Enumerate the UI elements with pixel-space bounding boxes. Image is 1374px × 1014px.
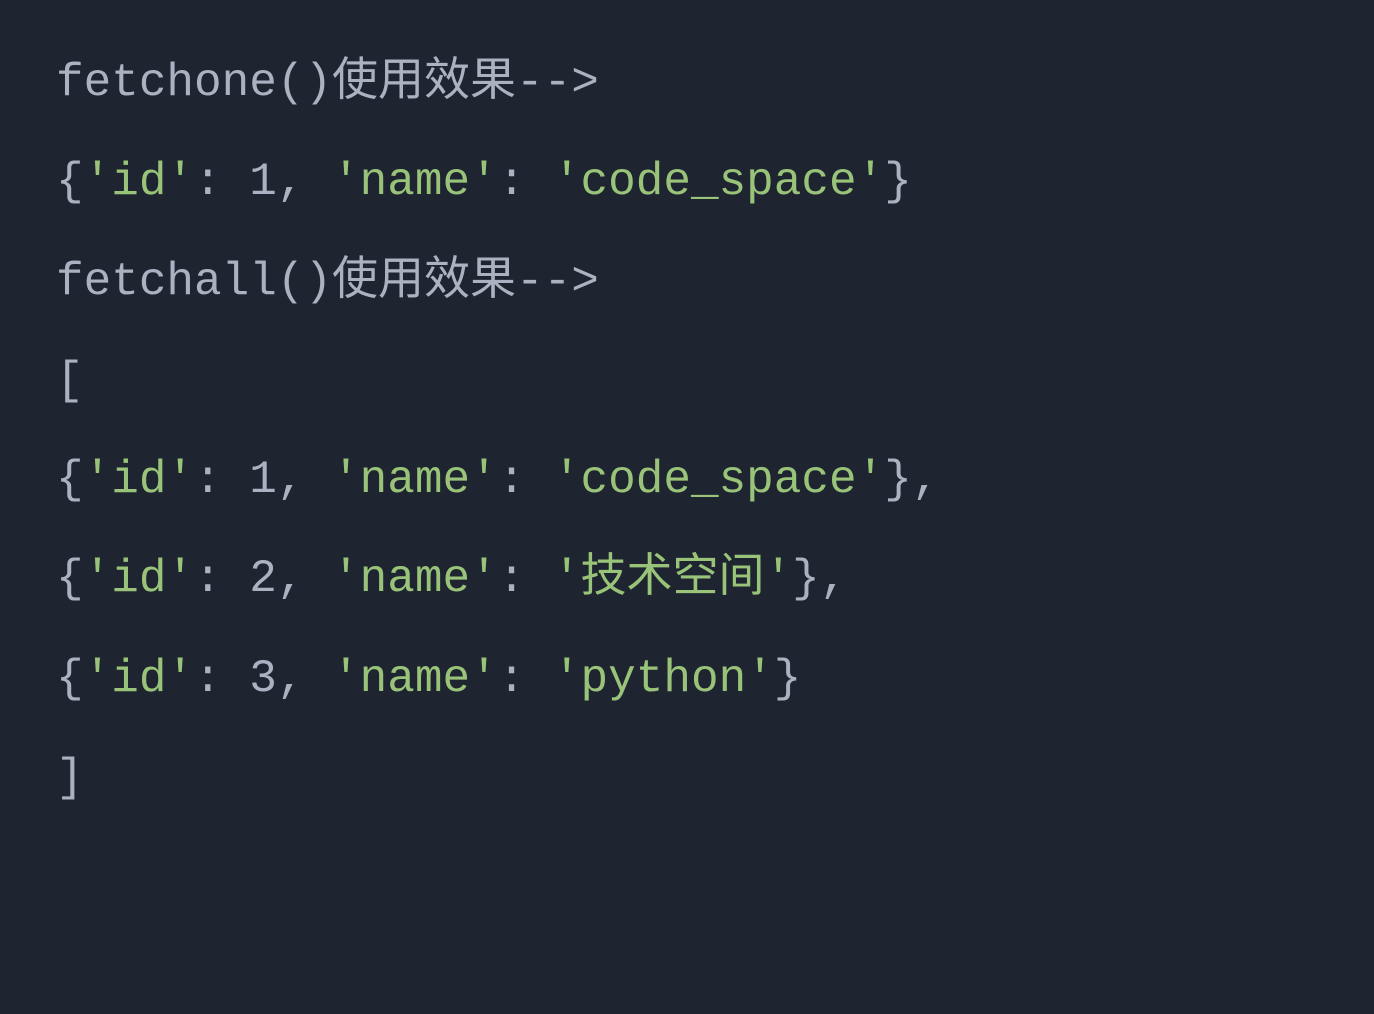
colon: : bbox=[194, 553, 249, 605]
colon: : bbox=[498, 156, 553, 208]
dict-key: 'id' bbox=[84, 156, 194, 208]
comma: , bbox=[277, 553, 332, 605]
open-brace: { bbox=[56, 454, 84, 506]
output-line-8: ] bbox=[56, 743, 1318, 814]
dict-key: 'name' bbox=[332, 653, 498, 705]
open-bracket: [ bbox=[56, 355, 84, 407]
dict-value-number: 2 bbox=[249, 553, 277, 605]
close-brace: } bbox=[792, 553, 820, 605]
dict-key: 'id' bbox=[84, 553, 194, 605]
colon: : bbox=[194, 454, 249, 506]
trailing-comma: , bbox=[820, 553, 848, 605]
dict-value-string: '技术空间' bbox=[553, 553, 792, 605]
output-line-6: {'id': 2, 'name': '技术空间'}, bbox=[56, 544, 1318, 615]
text: fetchone()使用效果--> bbox=[56, 57, 599, 109]
dict-value-number: 1 bbox=[249, 454, 277, 506]
colon: : bbox=[194, 653, 249, 705]
colon: : bbox=[498, 454, 553, 506]
colon: : bbox=[194, 156, 249, 208]
text: fetchall()使用效果--> bbox=[56, 256, 599, 308]
output-line-1: fetchone()使用效果--> bbox=[56, 48, 1318, 119]
open-brace: { bbox=[56, 553, 84, 605]
colon: : bbox=[498, 553, 553, 605]
close-brace: } bbox=[884, 454, 912, 506]
close-bracket: ] bbox=[56, 752, 84, 804]
dict-key: 'name' bbox=[332, 454, 498, 506]
dict-value-number: 3 bbox=[249, 653, 277, 705]
dict-key: 'id' bbox=[84, 454, 194, 506]
close-brace: } bbox=[774, 653, 802, 705]
dict-value-string: 'code_space' bbox=[553, 156, 884, 208]
output-line-2: {'id': 1, 'name': 'code_space'} bbox=[56, 147, 1318, 218]
code-output-block: fetchone()使用效果--> {'id': 1, 'name': 'cod… bbox=[56, 48, 1318, 814]
open-brace: { bbox=[56, 653, 84, 705]
open-brace: { bbox=[56, 156, 84, 208]
output-line-4: [ bbox=[56, 346, 1318, 417]
dict-value-number: 1 bbox=[249, 156, 277, 208]
output-line-3: fetchall()使用效果--> bbox=[56, 247, 1318, 318]
close-brace: } bbox=[884, 156, 912, 208]
dict-key: 'id' bbox=[84, 653, 194, 705]
dict-key: 'name' bbox=[332, 553, 498, 605]
output-line-5: {'id': 1, 'name': 'code_space'}, bbox=[56, 445, 1318, 516]
colon: : bbox=[498, 653, 553, 705]
dict-value-string: 'python' bbox=[553, 653, 774, 705]
comma: , bbox=[277, 653, 332, 705]
dict-value-string: 'code_space' bbox=[553, 454, 884, 506]
output-line-7: {'id': 3, 'name': 'python'} bbox=[56, 644, 1318, 715]
comma: , bbox=[277, 156, 332, 208]
trailing-comma: , bbox=[912, 454, 940, 506]
comma: , bbox=[277, 454, 332, 506]
dict-key: 'name' bbox=[332, 156, 498, 208]
